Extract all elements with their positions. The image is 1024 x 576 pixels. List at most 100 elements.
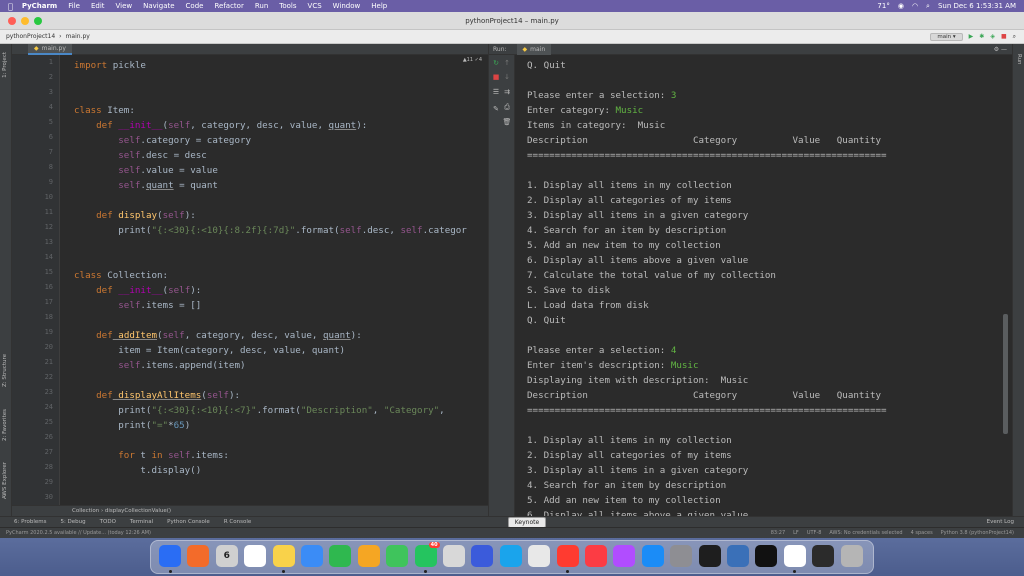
terminal-tool-button[interactable]: Terminal <box>130 519 153 525</box>
debug-tool-button[interactable]: 5: Debug <box>60 519 85 525</box>
r-console-tool-button[interactable]: R Console <box>224 519 251 525</box>
line-separator[interactable]: LF <box>793 530 799 536</box>
search-everywhere-icon[interactable]: ⌕ <box>1013 33 1016 41</box>
structure-tool-button[interactable]: Z: Structure <box>2 354 8 387</box>
status-icon[interactable]: ◉ <box>898 2 904 10</box>
python-interpreter[interactable]: Python 3.8 (pythonProject14) <box>941 530 1014 536</box>
code-line-23: def displayAllItems(self): <box>96 390 241 401</box>
run-tab-main[interactable]: ◆ main <box>516 43 552 55</box>
calendar-icon[interactable]: 6 <box>215 545 238 567</box>
file-encoding[interactable]: UTF-8 <box>807 530 822 536</box>
editor-tab-label: main.py <box>41 45 66 52</box>
finder-icon[interactable] <box>159 545 181 567</box>
update-notice[interactable]: PyCharm 2020.2.5 available // Update... … <box>6 530 151 536</box>
debug-icon[interactable]: ✱ <box>979 33 984 40</box>
podcasts-icon[interactable] <box>641 545 664 567</box>
running-indicator <box>424 570 428 573</box>
messages-icon[interactable]: 40 <box>414 542 440 567</box>
menu-tools[interactable]: Tools <box>279 2 296 10</box>
coverage-icon[interactable]: ◈ <box>990 33 995 40</box>
menu-vcs[interactable]: VCS <box>308 2 322 10</box>
favorites-tool-button[interactable]: 2: Favorites <box>2 409 8 441</box>
apple-icon[interactable]:  <box>8 2 13 11</box>
keynote-icon[interactable] <box>556 545 579 567</box>
todo-tool-button[interactable]: TODO <box>100 519 116 525</box>
stop-icon[interactable]: ■ <box>1001 33 1007 40</box>
news-icon[interactable] <box>585 545 607 567</box>
console-text: 5. Add an new item to my collection <box>527 495 721 506</box>
menu-navigate[interactable]: Navigate <box>143 2 174 10</box>
caret-position[interactable]: 83:27 <box>771 530 785 536</box>
datetime[interactable]: Sun Dec 6 1:53:31 AM <box>938 2 1016 10</box>
layout-icon[interactable]: ☰ <box>491 88 501 96</box>
trash-icon[interactable]: 🗑 <box>502 118 512 126</box>
menu-help[interactable]: Help <box>371 2 387 10</box>
menu-file[interactable]: File <box>68 2 80 10</box>
menu-app[interactable]: PyCharm <box>22 2 57 10</box>
code-editor[interactable]: ◆ main.py ▲11 ✓4 1 2 3 4 5 6 7 8 9 10 11 12 13 14 15 16… <box>12 44 488 516</box>
code-area[interactable]: import pickle class Item: def __init__(s… <box>60 55 484 505</box>
console-line: 1. Display all items in my collection <box>527 178 732 193</box>
notes-icon[interactable] <box>301 545 323 567</box>
stop-run-icon[interactable]: ■ <box>491 73 501 81</box>
menu-window[interactable]: Window <box>333 2 361 10</box>
nav-file[interactable]: main.py <box>66 33 90 40</box>
trash-icon[interactable] <box>840 545 863 567</box>
menu-refactor[interactable]: Refactor <box>214 2 243 10</box>
weather-text[interactable]: 71° <box>877 2 889 10</box>
menu-view[interactable]: View <box>116 2 133 10</box>
indent-setting[interactable]: 4 spaces <box>911 530 933 536</box>
pages-icon[interactable] <box>499 545 522 567</box>
music-icon[interactable] <box>613 545 636 567</box>
contacts-icon[interactable] <box>471 545 494 567</box>
nav-project[interactable]: pythonProject14 <box>6 33 55 40</box>
appstore-icon[interactable] <box>670 545 693 567</box>
line-number: 30 <box>44 493 53 501</box>
run-tool-button[interactable]: Run <box>1016 54 1022 65</box>
facetime-icon[interactable] <box>443 545 465 567</box>
console-scrollbar[interactable] <box>1003 314 1008 434</box>
rerun-icon[interactable]: ↻ <box>491 59 501 67</box>
down-arrow-icon[interactable]: ↓ <box>502 73 512 81</box>
console-line: S. Save to disk <box>527 283 610 298</box>
editor-breadcrumb[interactable]: Collection › displayCollectionValue() <box>12 505 488 516</box>
console-line: 6. Display all items above a given value <box>527 253 748 268</box>
soft-wrap-icon[interactable]: ⇉ <box>502 88 512 96</box>
python-console-tool-button[interactable]: Python Console <box>167 519 210 525</box>
menu-code[interactable]: Code <box>186 2 204 10</box>
gear-icon[interactable]: ⚙ — <box>994 46 1013 53</box>
print-icon[interactable]: ⎙ <box>502 103 512 112</box>
run-icon[interactable]: ▶ <box>969 33 974 40</box>
console-text: Items in category: Music <box>527 120 666 131</box>
console-line: Enter item's description: Music <box>527 358 699 373</box>
editor-tab-main[interactable]: ◆ main.py <box>28 44 72 55</box>
aws-credentials[interactable]: AWS: No credentials selected <box>829 530 902 536</box>
apps-grid-icon[interactable] <box>244 545 267 567</box>
pycharm-icon[interactable] <box>783 545 806 567</box>
problems-tool-button[interactable]: 6: Problems <box>14 519 46 525</box>
run-console-output[interactable]: Q. Quit Please enter a selection: 3 Enter … <box>515 55 1009 516</box>
search-icon[interactable]: ⌕ <box>926 2 930 11</box>
event-log-button[interactable]: Event Log <box>987 519 1024 525</box>
code-line-5: def __init__(self, category, desc, value… <box>96 120 368 131</box>
numbers-icon[interactable] <box>528 545 551 567</box>
menu-run[interactable]: Run <box>255 2 268 10</box>
aws-explorer-tool-button[interactable]: AWS Explorer <box>2 462 8 499</box>
line-number: 20 <box>44 343 53 351</box>
terminal-icon[interactable] <box>755 545 778 567</box>
up-arrow-icon[interactable]: ↑ <box>502 59 512 67</box>
safari-icon[interactable] <box>272 545 295 567</box>
document-icon[interactable] <box>812 545 835 567</box>
menu-edit[interactable]: Edit <box>91 2 105 10</box>
activity-icon[interactable] <box>727 545 749 567</box>
project-tool-button[interactable]: 1: Project <box>2 52 8 78</box>
console-text: 2. Display all categories of my items <box>527 195 732 206</box>
maps-icon[interactable] <box>357 545 380 567</box>
photos-icon[interactable] <box>386 545 409 567</box>
reminders-icon[interactable] <box>329 545 352 567</box>
launchpad-icon[interactable] <box>187 545 210 567</box>
wifi-icon[interactable]: ◠ <box>912 2 918 10</box>
settings-icon[interactable] <box>698 545 721 567</box>
pin-icon[interactable]: ✎ <box>491 105 501 113</box>
run-config-select[interactable]: main ▾ <box>930 32 963 41</box>
